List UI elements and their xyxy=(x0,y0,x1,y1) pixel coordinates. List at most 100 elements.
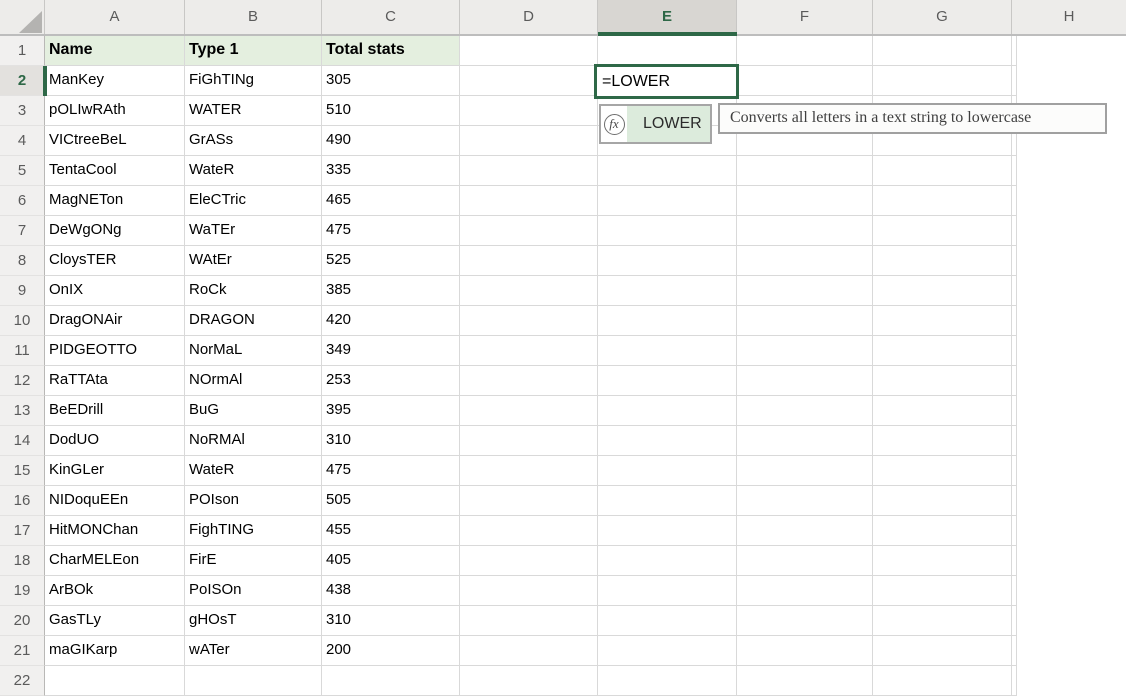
row-header[interactable]: 6 xyxy=(0,186,45,216)
cell[interactable] xyxy=(737,216,873,246)
cell[interactable] xyxy=(598,396,737,426)
cell[interactable] xyxy=(873,486,1012,516)
cell-name[interactable]: DeWgONg xyxy=(45,216,185,246)
cell[interactable] xyxy=(1012,276,1017,306)
cell[interactable] xyxy=(598,606,737,636)
cell-total[interactable]: 475 xyxy=(322,456,460,486)
cell[interactable] xyxy=(460,606,598,636)
cell[interactable] xyxy=(737,606,873,636)
cell-name[interactable]: DragONAir xyxy=(45,306,185,336)
cell[interactable] xyxy=(460,276,598,306)
cell[interactable] xyxy=(1012,156,1017,186)
cell[interactable] xyxy=(460,186,598,216)
cell-name[interactable]: BeEDrill xyxy=(45,396,185,426)
cell-type[interactable]: DRAGON xyxy=(185,306,322,336)
cell-type[interactable]: FighTING xyxy=(185,516,322,546)
cell-type[interactable]: BuG xyxy=(185,396,322,426)
cell[interactable] xyxy=(460,96,598,126)
cell-total[interactable]: 420 xyxy=(322,306,460,336)
cell-type[interactable]: gHOsT xyxy=(185,606,322,636)
cell[interactable] xyxy=(1012,336,1017,366)
cell[interactable] xyxy=(873,36,1012,66)
cell[interactable] xyxy=(598,306,737,336)
row-header[interactable]: 15 xyxy=(0,456,45,486)
autocomplete-item-lower[interactable]: LOWER xyxy=(627,106,710,142)
cell-name[interactable]: PIDGEOTTO xyxy=(45,336,185,366)
cell[interactable] xyxy=(460,546,598,576)
cell-total[interactable]: 349 xyxy=(322,336,460,366)
row-header[interactable]: 2 xyxy=(0,66,45,96)
row-header[interactable]: 13 xyxy=(0,396,45,426)
cell[interactable] xyxy=(1012,186,1017,216)
cell[interactable] xyxy=(873,666,1012,696)
cell-name[interactable]: maGIKarp xyxy=(45,636,185,666)
formula-autocomplete[interactable]: fx LOWER xyxy=(599,104,712,144)
cell[interactable] xyxy=(737,516,873,546)
row-header[interactable]: 12 xyxy=(0,366,45,396)
row-header-22[interactable]: 22 xyxy=(0,666,45,696)
row-header[interactable]: 19 xyxy=(0,576,45,606)
cell[interactable] xyxy=(737,426,873,456)
cell[interactable] xyxy=(873,276,1012,306)
cell[interactable] xyxy=(737,396,873,426)
cell-type[interactable]: RoCk xyxy=(185,276,322,306)
cell-total[interactable]: 200 xyxy=(322,636,460,666)
cell-total[interactable]: 310 xyxy=(322,606,460,636)
cell[interactable] xyxy=(1012,36,1017,66)
cell[interactable] xyxy=(598,276,737,306)
cell[interactable] xyxy=(873,426,1012,456)
cell-total[interactable]: 405 xyxy=(322,546,460,576)
cell-name[interactable]: KinGLer xyxy=(45,456,185,486)
cell-name[interactable]: pOLIwRAth xyxy=(45,96,185,126)
row-header-1[interactable]: 1 xyxy=(0,36,45,66)
cell[interactable] xyxy=(598,246,737,276)
cell[interactable] xyxy=(460,426,598,456)
cell[interactable] xyxy=(737,336,873,366)
cell[interactable] xyxy=(1012,66,1017,96)
row-header[interactable]: 11 xyxy=(0,336,45,366)
cell-total-stats-header[interactable]: Total stats xyxy=(322,36,460,66)
cell-total[interactable]: 335 xyxy=(322,156,460,186)
cell[interactable] xyxy=(1012,216,1017,246)
cell-type[interactable]: NorMaL xyxy=(185,336,322,366)
cell[interactable] xyxy=(185,666,322,696)
cell-name[interactable]: HitMONChan xyxy=(45,516,185,546)
cell[interactable] xyxy=(873,246,1012,276)
cell[interactable] xyxy=(873,66,1012,96)
cell[interactable] xyxy=(598,216,737,246)
cell-name[interactable]: NIDoquEEn xyxy=(45,486,185,516)
cell-type[interactable]: WateR xyxy=(185,456,322,486)
cell-name[interactable]: GasTLy xyxy=(45,606,185,636)
cell[interactable] xyxy=(598,36,737,66)
cell-name[interactable]: ArBOk xyxy=(45,576,185,606)
cell[interactable] xyxy=(873,636,1012,666)
cell[interactable] xyxy=(1012,546,1017,576)
cell[interactable] xyxy=(598,546,737,576)
cell[interactable] xyxy=(873,396,1012,426)
column-header-d[interactable]: D xyxy=(460,0,598,34)
cell[interactable] xyxy=(737,306,873,336)
cell[interactable] xyxy=(460,246,598,276)
active-cell-editor[interactable]: =LOWER xyxy=(594,64,739,99)
cell[interactable] xyxy=(873,216,1012,246)
cell[interactable] xyxy=(460,66,598,96)
cell-name[interactable]: CharMELEon xyxy=(45,546,185,576)
cell[interactable] xyxy=(460,306,598,336)
cell[interactable] xyxy=(873,516,1012,546)
cell[interactable] xyxy=(737,36,873,66)
cell-type[interactable]: NOrmAl xyxy=(185,366,322,396)
row-header[interactable]: 7 xyxy=(0,216,45,246)
cell-type[interactable]: WateR xyxy=(185,156,322,186)
cell[interactable] xyxy=(737,486,873,516)
column-header-a[interactable]: A xyxy=(45,0,185,34)
cell-total[interactable]: 395 xyxy=(322,396,460,426)
cell[interactable] xyxy=(598,516,737,546)
cell[interactable] xyxy=(873,546,1012,576)
cell-type[interactable]: NoRMAl xyxy=(185,426,322,456)
cell[interactable] xyxy=(460,366,598,396)
cell-total[interactable]: 310 xyxy=(322,426,460,456)
row-header[interactable]: 18 xyxy=(0,546,45,576)
column-header-e-selected[interactable]: E xyxy=(598,0,737,34)
cell[interactable] xyxy=(737,276,873,306)
cell[interactable] xyxy=(460,336,598,366)
